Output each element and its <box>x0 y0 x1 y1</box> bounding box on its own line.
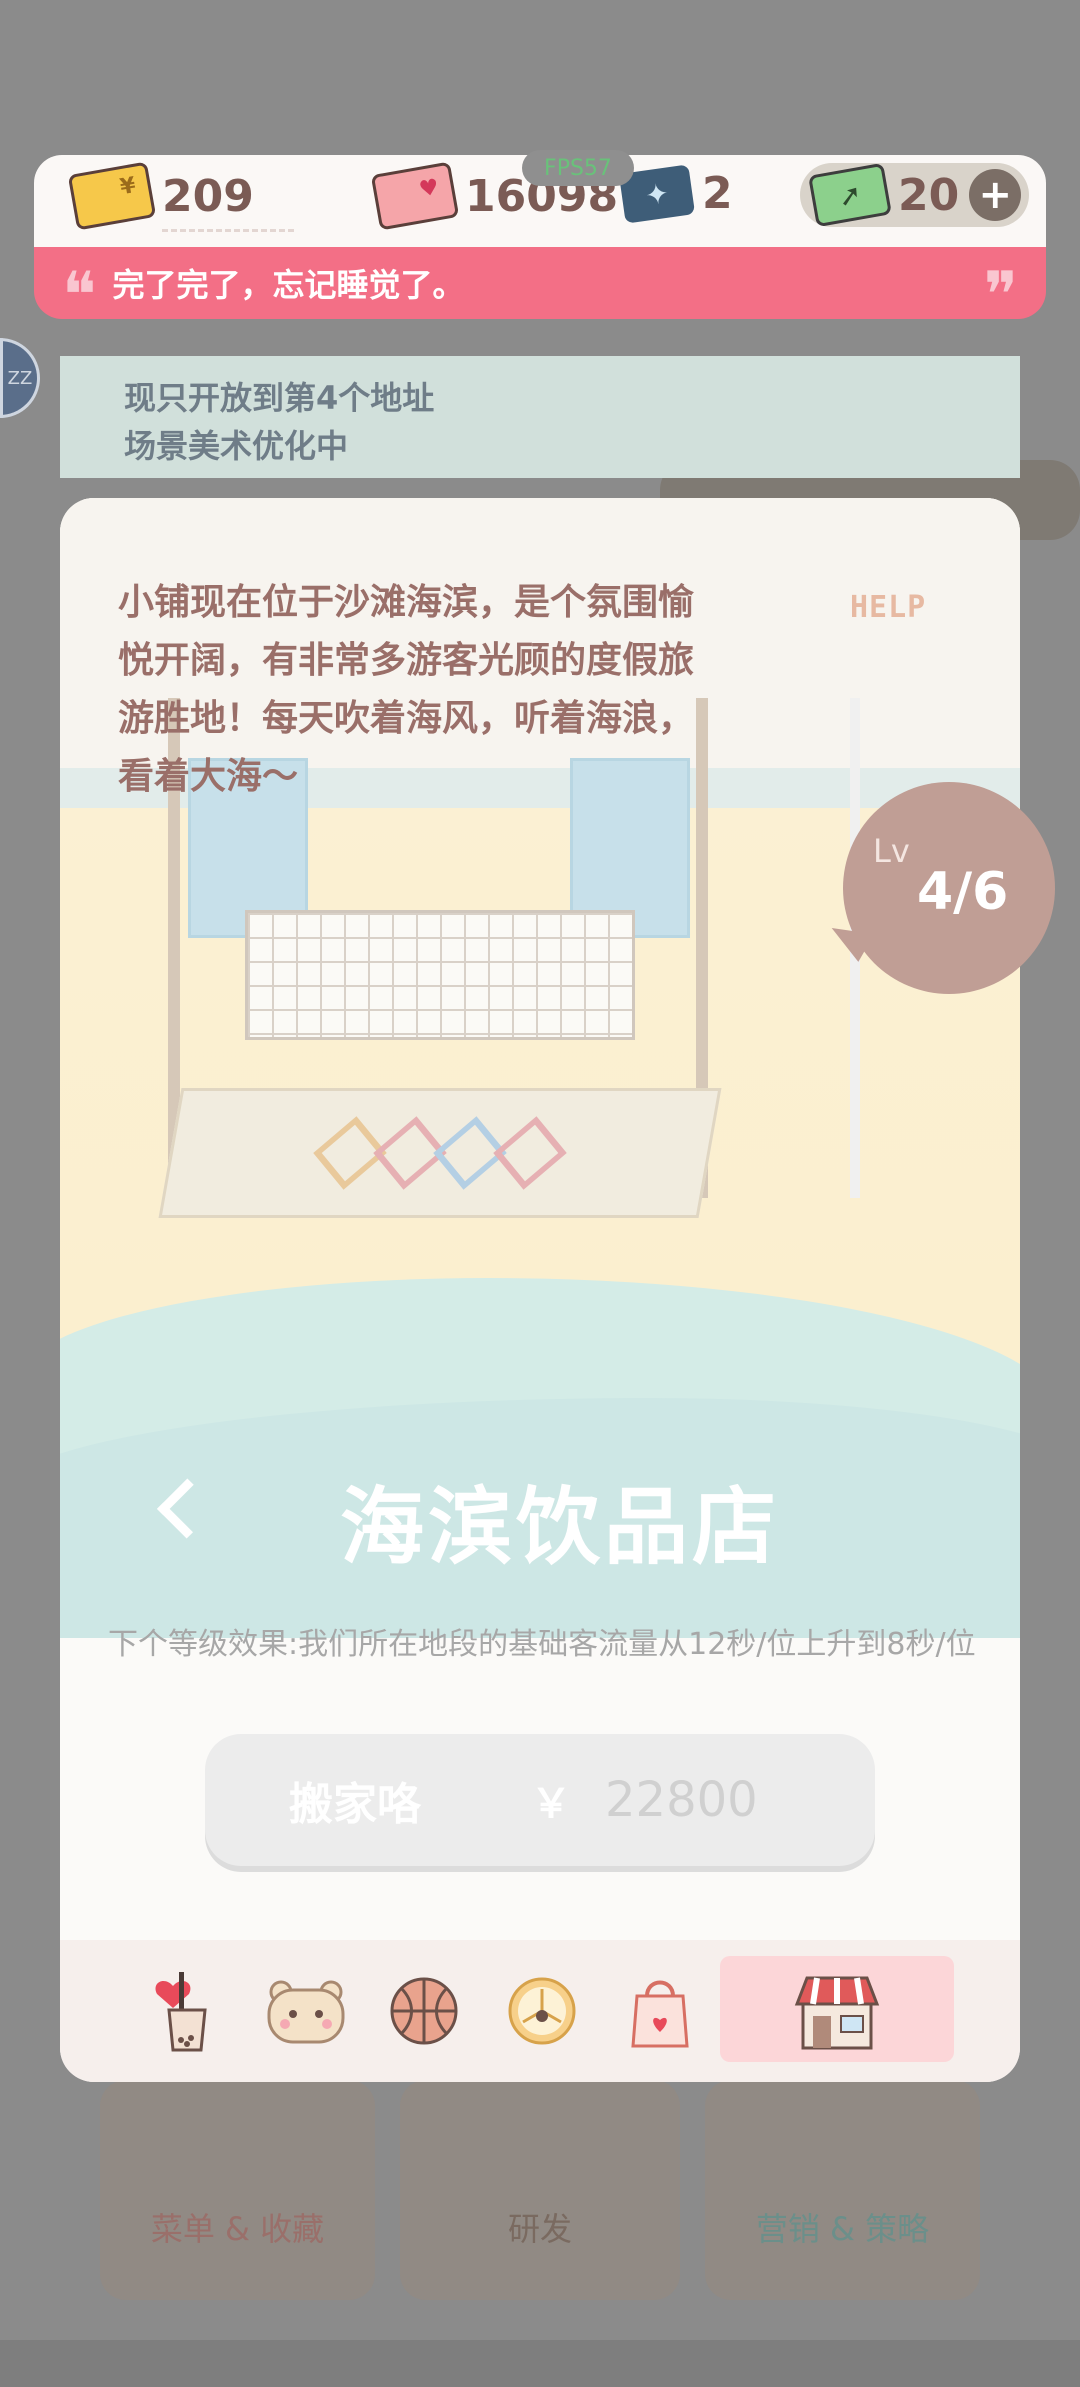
notice-line-1: 现只开放到第4个地址 <box>124 379 435 417</box>
green-ticket-value: 20 <box>898 169 960 221</box>
green-ticket-counter[interactable]: ➚ 20 + <box>800 162 1030 228</box>
ticket-value: 2 <box>702 168 733 219</box>
close-quote-icon: ❞ <box>983 259 1018 333</box>
green-ticket-icon: ➚ <box>808 162 892 228</box>
store-name: 海滨饮品店 <box>339 1478 780 1576</box>
gold-card-value: 209 <box>162 170 254 222</box>
ticket-counter: ✦ 2 <box>618 163 733 224</box>
tab-bar <box>60 1940 1020 2082</box>
store-description: 小铺现在位于沙滩海滨，是个氛围愉悦开阔，有非常多游客光顾的度假旅游胜地！每天吹着… <box>118 582 695 797</box>
currency-symbol: ￥ <box>531 1781 571 1827</box>
notice-box: 现只开放到第4个地址 场景美术优化中 <box>60 356 1020 478</box>
basketball-icon[interactable] <box>376 1963 472 2059</box>
heart-card-icon <box>370 161 460 231</box>
orange-slice-icon[interactable] <box>494 1963 590 2059</box>
bg-menu-label: 菜单 & 收藏 <box>150 2210 325 2248</box>
quote-banner: ❝ 完了完了，忘记睡觉了。 ❞ <box>34 247 1046 328</box>
move-button-label: 搬家咯 <box>289 1779 421 1830</box>
level-badge: Lv 4/6 <box>843 782 1055 994</box>
add-ticket-button[interactable]: + <box>969 169 1022 221</box>
move-store-button[interactable]: 搬家咯 ￥ 22800 <box>205 1734 875 1866</box>
drink-icon[interactable] <box>140 1963 236 2059</box>
bg-menu-button: 菜单 & 收藏 <box>100 2080 375 2300</box>
fps-counter: FPS57 <box>522 150 634 186</box>
open-quote-icon: ❝ <box>62 259 97 333</box>
grid-window <box>245 910 635 1040</box>
bear-icon[interactable] <box>258 1963 354 2059</box>
shop-icon <box>794 1976 880 2050</box>
store-scene: 小铺现在位于沙滩海滨，是个氛围愉悦开阔，有非常多游客光顾的度假旅游胜地！每天吹着… <box>60 498 1020 1638</box>
quote-text: 完了完了，忘记睡觉了。 <box>112 266 465 304</box>
level-value: 4/6 <box>917 862 1009 922</box>
move-price: 22800 <box>605 1772 758 1828</box>
bottom-strip <box>0 2340 1080 2387</box>
rug <box>158 1088 722 1218</box>
bg-research-label: 研发 <box>507 2210 572 2248</box>
level-prefix: Lv <box>873 832 910 870</box>
notice-line-2: 场景美术优化中 <box>124 427 349 465</box>
help-button[interactable]: HELP <box>850 590 926 625</box>
bag-icon[interactable] <box>612 1963 708 2059</box>
next-level-effect: 下个等级效果:我们所在地段的基础客流量从12秒/位上升到8秒/位 <box>108 1627 976 1662</box>
shop-tab[interactable] <box>720 1956 954 2062</box>
store-panel: 小铺现在位于沙滩海滨，是个氛围愉悦开阔，有非常多游客光顾的度假旅游胜地！每天吹着… <box>60 498 1020 2082</box>
bg-marketing-label: 营销 & 策略 <box>755 2210 930 2248</box>
rug-pattern <box>493 1116 567 1190</box>
gold-card-counter: 209 <box>67 161 294 232</box>
bg-marketing-button: 营销 & 策略 <box>705 2080 980 2300</box>
gold-card-icon <box>67 161 157 231</box>
bg-research-button: 研发 <box>400 2080 680 2300</box>
